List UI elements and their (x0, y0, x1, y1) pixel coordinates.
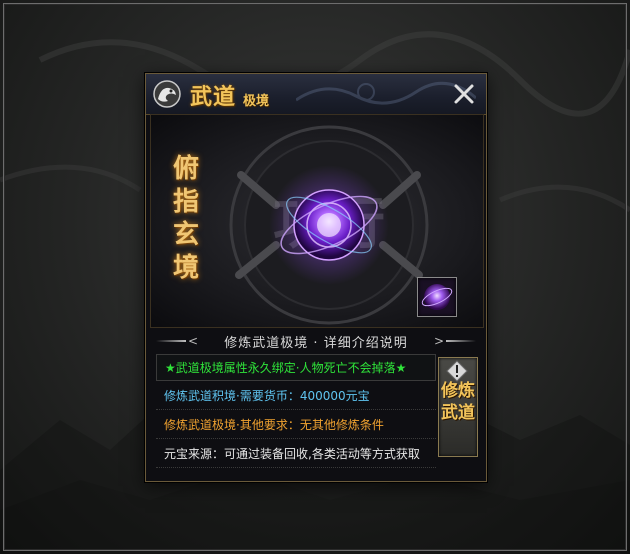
close-icon[interactable] (452, 82, 476, 106)
cloud-ornament-icon (296, 81, 476, 105)
divider-right-line (446, 340, 476, 342)
info-bind-notice: ★武道极境属性永久绑定·人物死亡不会掉落★ (156, 354, 436, 381)
wudao-dialog: 武道 极境 功行 (145, 73, 487, 482)
section-divider: < 修炼武道极境 · 详细介绍说明 > (156, 330, 476, 352)
info-currency-source: 元宝来源：可通过装备回收,各类活动等方式获取 (156, 441, 436, 468)
purple-orb-icon (421, 284, 453, 310)
dialog-subtitle: 极境 (243, 94, 270, 109)
dragon-emblem-icon (153, 80, 181, 108)
dialog-titlebar[interactable]: 武道 极境 (146, 74, 486, 115)
cultivate-button-label: 修炼武道 (441, 381, 475, 423)
chevron-right-icon: > (433, 334, 444, 348)
dialog-title: 武道 (190, 84, 237, 110)
info-other-requirement: 修炼武道极境·其他要求：无其他修炼条件 (156, 412, 436, 439)
cultivate-button[interactable]: 修炼武道 (438, 357, 478, 457)
section-header: 修炼武道极境 · 详细介绍说明 (224, 336, 408, 351)
info-currency-requirement: 修炼武道积境·需要货币：400000元宝 (156, 383, 436, 410)
item-slot[interactable] (417, 277, 457, 317)
skill-name-vertical: 俯指玄境 (172, 154, 199, 283)
info-panel: ★武道极境属性永久绑定·人物死亡不会掉落★ 修炼武道积境·需要货币：400000… (156, 354, 436, 472)
exclamation-warning-icon (446, 360, 468, 382)
